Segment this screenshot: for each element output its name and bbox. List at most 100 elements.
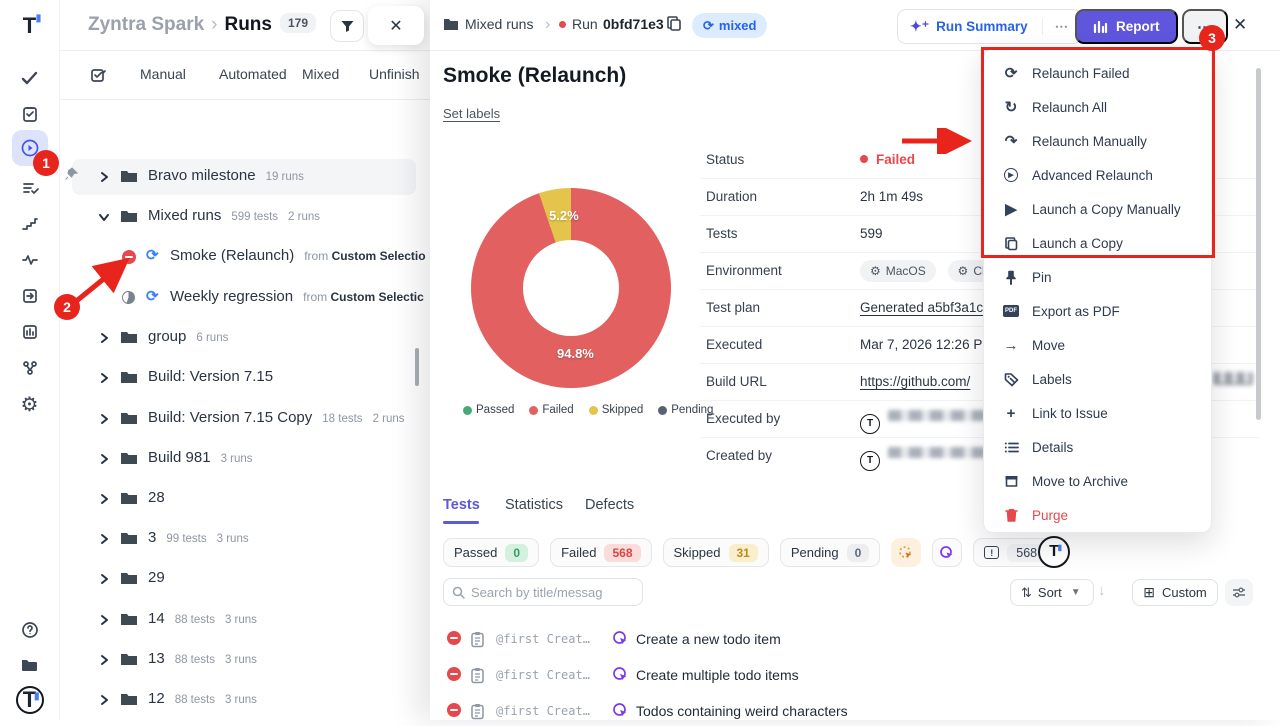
clear-filter-button[interactable]: ✕: [368, 6, 424, 45]
menu-item-move-to-archive[interactable]: Move to Archive: [984, 464, 1211, 498]
tab-unfinished[interactable]: Unfinish: [369, 66, 420, 82]
test-row[interactable]: @first Creat… Todos containing weird cha…: [430, 698, 1270, 726]
chip-skipped[interactable]: Skipped31: [663, 538, 769, 567]
nav-analytics-icon[interactable]: [12, 244, 48, 276]
tree-item-label[interactable]: Smoke (Relaunch)from Custom Selectio: [170, 247, 426, 264]
nav-import-icon[interactable]: [12, 280, 48, 312]
nav-results-icon[interactable]: [12, 172, 48, 204]
nav-test-plans-icon[interactable]: [12, 98, 48, 130]
nav-tests-icon[interactable]: [12, 62, 48, 94]
tree-row-group[interactable]: group6 runs: [60, 318, 430, 358]
menu-item-link-to-issue[interactable]: +Link to Issue: [984, 396, 1211, 430]
chip-failed[interactable]: Failed568: [550, 538, 651, 567]
menu-item-purge[interactable]: Purge: [984, 498, 1211, 532]
tab-tests[interactable]: Tests: [443, 497, 480, 513]
legend-failed[interactable]: Failed: [529, 404, 573, 416]
chip-passed[interactable]: Passed0: [443, 538, 539, 567]
menu-item-launch-copy-manually[interactable]: ▶Launch a Copy Manually: [984, 192, 1211, 226]
tab-automated[interactable]: Automated: [219, 66, 287, 82]
tree-row-weekly-regression[interactable]: ⟳ Weekly regressionfrom Custom Selectic: [60, 278, 430, 318]
projects-folder-icon[interactable]: [12, 648, 48, 680]
tree-row-3[interactable]: 399 tests3 runs: [60, 519, 430, 559]
tab-defects[interactable]: Defects: [585, 497, 634, 513]
chip-pending[interactable]: Pending0: [780, 538, 880, 567]
tree-scrollbar[interactable]: [415, 348, 419, 386]
breadcrumb-folder[interactable]: Mixed runs: [465, 16, 533, 32]
plus-icon: +: [1002, 405, 1020, 422]
tab-manual[interactable]: Manual: [140, 66, 186, 82]
tree-row-28[interactable]: 28: [60, 479, 430, 519]
test-title[interactable]: Create multiple todo items: [636, 667, 799, 683]
flaky-filter-icon-button[interactable]: [891, 538, 921, 567]
bulk-select-icon[interactable]: [80, 59, 116, 91]
menu-item-details[interactable]: Details: [984, 430, 1211, 464]
breadcrumb-separator: ›: [545, 16, 550, 34]
nav-branches-icon[interactable]: [12, 352, 48, 384]
menu-item-launch-copy[interactable]: Launch a Copy: [984, 226, 1211, 260]
view-settings-button[interactable]: [1225, 579, 1253, 606]
report-button[interactable]: Report: [1075, 9, 1178, 44]
tree-row-12[interactable]: 1288 tests3 runs: [60, 680, 430, 720]
menu-item-advanced-relaunch[interactable]: ▶Advanced Relaunch: [984, 158, 1211, 192]
filter-button[interactable]: [330, 10, 364, 42]
test-title[interactable]: Create a new todo item: [636, 631, 781, 647]
tree-item-label[interactable]: Mixed runs599 tests2 runs: [148, 207, 320, 224]
menu-item-pin[interactable]: Pin: [984, 260, 1211, 294]
menu-item-export-pdf[interactable]: PDFExport as PDF: [984, 294, 1211, 328]
search-box[interactable]: [443, 578, 643, 606]
nav-milestones-icon[interactable]: [12, 208, 48, 240]
tree-row-14[interactable]: 1488 tests3 runs: [60, 600, 430, 640]
menu-item-labels[interactable]: Labels: [984, 362, 1211, 396]
menu-item-relaunch-all[interactable]: ↻Relaunch All: [984, 90, 1211, 124]
test-title[interactable]: Todos containing weird characters: [636, 703, 848, 719]
tree-row-build-715[interactable]: Build: Version 7.15: [60, 358, 430, 398]
test-plan-link[interactable]: Generated a5bf3a1c: [860, 300, 983, 315]
custom-columns-button[interactable]: ⊞ Custom: [1132, 579, 1218, 606]
legend-skipped[interactable]: Skipped: [589, 404, 644, 416]
drawer-scrollbar[interactable]: [1256, 68, 1261, 420]
nav-settings-icon[interactable]: ⚙: [12, 388, 48, 420]
app-logo-icon[interactable]: T▮: [12, 10, 48, 42]
result-filter-chips: Passed0 Failed568 Skipped31 Pending0 ! 5…: [443, 538, 1057, 567]
chevron-down-icon[interactable]: [97, 210, 111, 224]
copy-run-id-icon[interactable]: [666, 15, 682, 36]
help-icon[interactable]: [12, 614, 48, 646]
test-row[interactable]: @first Creat… Create a new todo item: [430, 626, 1270, 654]
nav-reports-icon[interactable]: [12, 316, 48, 348]
relaunch-failed-icon: ⟳: [1002, 64, 1020, 82]
tree-row-mixed-runs[interactable]: Mixed runs599 tests2 runs: [60, 197, 430, 237]
tab-statistics[interactable]: Statistics: [505, 497, 563, 513]
sort-button[interactable]: ⇅ Sort ▼: [1010, 579, 1094, 606]
assignee-avatar[interactable]: T▮: [1038, 536, 1070, 568]
menu-item-move[interactable]: →Move: [984, 328, 1211, 362]
search-input[interactable]: [471, 585, 631, 600]
tab-mixed[interactable]: Mixed: [302, 66, 339, 82]
redacted-user-name: [888, 447, 996, 458]
tree-row-13[interactable]: 1388 tests3 runs: [60, 640, 430, 680]
menu-item-relaunch-manually[interactable]: ↷Relaunch Manually: [984, 124, 1211, 158]
project-name[interactable]: Zyntra Spark: [88, 14, 204, 35]
comment-bubble-icon: !: [984, 546, 999, 559]
play-icon: ▶: [1002, 200, 1020, 218]
chevron-right-icon[interactable]: [97, 170, 111, 184]
run-summary-button[interactable]: ✦⁺Run Summary ⋯: [897, 9, 1082, 44]
tree-row-29[interactable]: 29: [60, 559, 430, 599]
test-row[interactable]: @first Creat… Create multiple todo items: [430, 662, 1270, 690]
runs-panel-header: Zyntra Spark›Runs179 ✕: [60, 0, 430, 51]
menu-item-relaunch-failed[interactable]: ⟳Relaunch Failed: [984, 56, 1211, 90]
build-url-link[interactable]: https://github.com/: [860, 374, 970, 389]
env-pill-macos[interactable]: ⚙MacOS: [860, 260, 936, 282]
tree-item-label[interactable]: Bravo milestone19 runs: [148, 167, 304, 184]
tree-row-smoke-relaunch[interactable]: ⟳ Smoke (Relaunch)from Custom Selectio: [60, 237, 430, 277]
close-drawer-icon[interactable]: ✕: [1233, 15, 1247, 35]
tree-row-build-715-copy[interactable]: Build: Version 7.15 Copy18 tests2 runs: [60, 399, 430, 439]
account-avatar[interactable]: T▮: [12, 684, 48, 716]
tree-item-label[interactable]: Weekly regressionfrom Custom Selectic: [170, 288, 424, 305]
tree-row-bravo-milestone[interactable]: Bravo milestone19 runs: [60, 157, 430, 197]
tests-meta: 599 tests: [231, 211, 278, 223]
sort-direction-button[interactable]: ↓: [1098, 582, 1106, 599]
set-labels-link[interactable]: Set labels: [443, 106, 500, 121]
tree-row-build-981[interactable]: Build 9813 runs: [60, 439, 430, 479]
legend-passed[interactable]: Passed: [463, 404, 514, 416]
auto-click-filter-icon-button[interactable]: [932, 538, 962, 567]
